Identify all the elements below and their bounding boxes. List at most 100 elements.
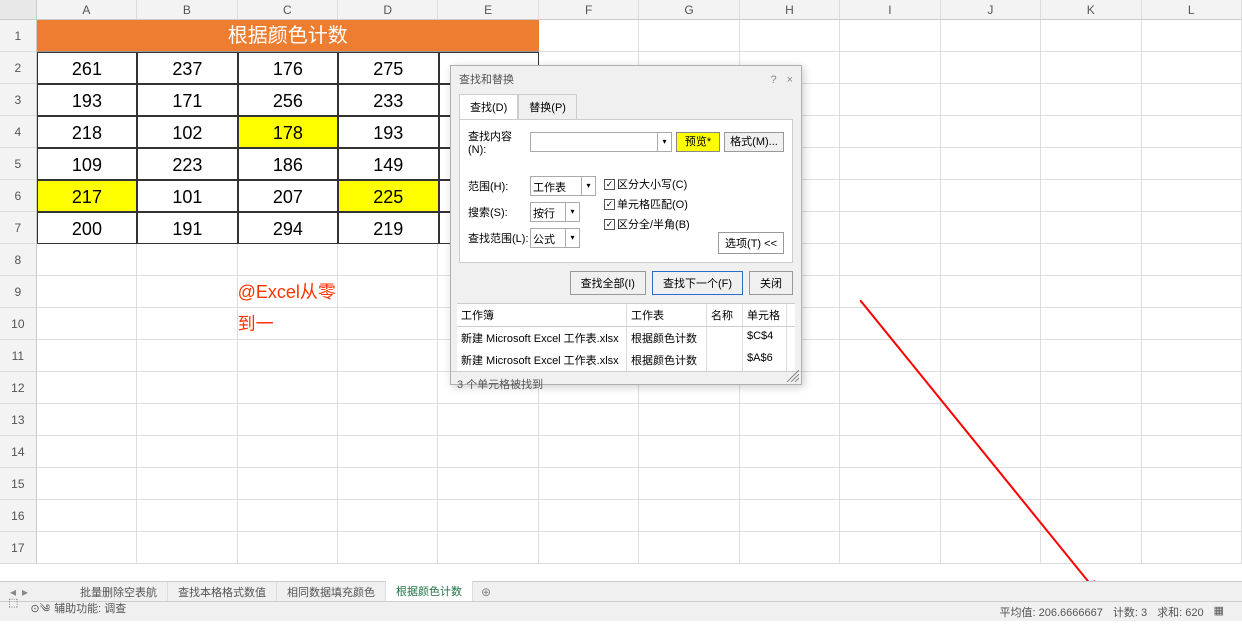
checkbox-whole[interactable]: ✓ (604, 199, 615, 210)
watermark-text[interactable]: @Excel从零到一 (238, 276, 338, 308)
cell[interactable] (941, 52, 1041, 84)
cell[interactable] (1041, 84, 1141, 116)
view-normal-icon[interactable]: ▦ (1214, 604, 1224, 620)
lookin-dropdown-icon[interactable]: ▾ (566, 228, 580, 248)
col-header-F[interactable]: F (539, 0, 639, 19)
tab-replace[interactable]: 替换(P) (518, 94, 577, 119)
row-header-15[interactable]: 15 (0, 468, 37, 500)
cell[interactable] (37, 500, 137, 532)
select-all-corner[interactable] (0, 0, 37, 19)
cell[interactable] (840, 84, 940, 116)
row-header-14[interactable]: 14 (0, 436, 37, 468)
cell[interactable] (840, 180, 940, 212)
cell[interactable] (941, 436, 1041, 468)
cell[interactable] (1142, 276, 1242, 308)
cell[interactable] (1041, 308, 1141, 340)
tab-find[interactable]: 查找(D) (459, 94, 518, 119)
cell[interactable] (639, 500, 739, 532)
scope-select[interactable]: 工作表 (530, 176, 582, 196)
row-header-12[interactable]: 12 (0, 372, 37, 404)
cell[interactable]: 217 (37, 180, 137, 212)
col-header-H[interactable]: H (740, 0, 840, 19)
col-header-I[interactable]: I (840, 0, 940, 19)
cell[interactable] (37, 532, 137, 564)
cell[interactable] (1041, 500, 1141, 532)
cell[interactable] (438, 404, 538, 436)
cell[interactable] (1041, 180, 1141, 212)
row-header-4[interactable]: 4 (0, 116, 37, 148)
title-cell[interactable]: 根据颜色计数 (37, 20, 539, 52)
cell[interactable] (238, 404, 338, 436)
col-header-B[interactable]: B (137, 0, 237, 19)
row-header-13[interactable]: 13 (0, 404, 37, 436)
find-all-button[interactable]: 查找全部(I) (570, 271, 646, 295)
cell[interactable] (840, 532, 940, 564)
cell[interactable] (539, 404, 639, 436)
cell[interactable] (438, 500, 538, 532)
cell[interactable] (1041, 436, 1141, 468)
cell[interactable]: 171 (137, 84, 237, 116)
col-header-D[interactable]: D (338, 0, 438, 19)
cell[interactable] (1041, 276, 1141, 308)
cell[interactable]: 149 (338, 148, 438, 180)
format-button[interactable]: 格式(M)... (724, 132, 784, 152)
col-header-A[interactable]: A (37, 0, 137, 19)
cell[interactable] (740, 404, 840, 436)
cell[interactable]: 191 (137, 212, 237, 244)
cell[interactable] (1142, 436, 1242, 468)
cell[interactable]: 186 (238, 148, 338, 180)
cell[interactable] (840, 500, 940, 532)
cell[interactable] (840, 308, 940, 340)
cell[interactable] (1142, 340, 1242, 372)
sheet-tab[interactable]: 查找本格格式数值 (168, 582, 277, 602)
cell[interactable] (840, 148, 940, 180)
cell[interactable] (941, 372, 1041, 404)
cell[interactable] (1142, 244, 1242, 276)
lookin-select[interactable]: 公式 (530, 228, 566, 248)
cell[interactable] (238, 308, 338, 340)
cell[interactable] (539, 532, 639, 564)
cell[interactable] (338, 276, 438, 308)
cell[interactable]: 176 (238, 52, 338, 84)
cell[interactable] (941, 84, 1041, 116)
dialog-titlebar[interactable]: 查找和替换 ? × (451, 66, 801, 94)
cell[interactable] (137, 500, 237, 532)
cell[interactable] (1041, 372, 1141, 404)
cell[interactable] (338, 404, 438, 436)
cell[interactable] (639, 20, 739, 52)
cell[interactable] (941, 20, 1041, 52)
cell[interactable] (941, 532, 1041, 564)
col-header-C[interactable]: C (238, 0, 338, 19)
cell[interactable] (840, 52, 940, 84)
cell[interactable] (137, 532, 237, 564)
cell[interactable]: 261 (37, 52, 137, 84)
cell[interactable] (1142, 52, 1242, 84)
cell[interactable] (539, 500, 639, 532)
results-list[interactable]: 工作簿 工作表 名称 单元格 新建 Microsoft Excel 工作表.xl… (457, 303, 795, 371)
search-dropdown-icon[interactable]: ▾ (566, 202, 580, 222)
cell[interactable] (1041, 532, 1141, 564)
cell[interactable] (539, 468, 639, 500)
cell[interactable]: 178 (238, 116, 338, 148)
cell[interactable] (539, 436, 639, 468)
cell[interactable] (740, 468, 840, 500)
cell[interactable] (238, 340, 338, 372)
cell[interactable] (238, 372, 338, 404)
find-content-input[interactable] (530, 132, 658, 152)
cell[interactable] (1142, 116, 1242, 148)
cell[interactable] (639, 436, 739, 468)
cell[interactable] (941, 308, 1041, 340)
col-header-E[interactable]: E (438, 0, 538, 19)
cell[interactable] (1041, 116, 1141, 148)
cell[interactable]: 207 (238, 180, 338, 212)
row-header-17[interactable]: 17 (0, 532, 37, 564)
cell[interactable] (1041, 340, 1141, 372)
row-header-5[interactable]: 5 (0, 148, 37, 180)
cell[interactable] (639, 532, 739, 564)
cell[interactable]: 256 (238, 84, 338, 116)
cell[interactable] (941, 340, 1041, 372)
preview-button[interactable]: 预览* (676, 132, 720, 152)
help-icon[interactable]: ? (770, 66, 776, 94)
cell[interactable] (338, 244, 438, 276)
cell[interactable] (840, 340, 940, 372)
